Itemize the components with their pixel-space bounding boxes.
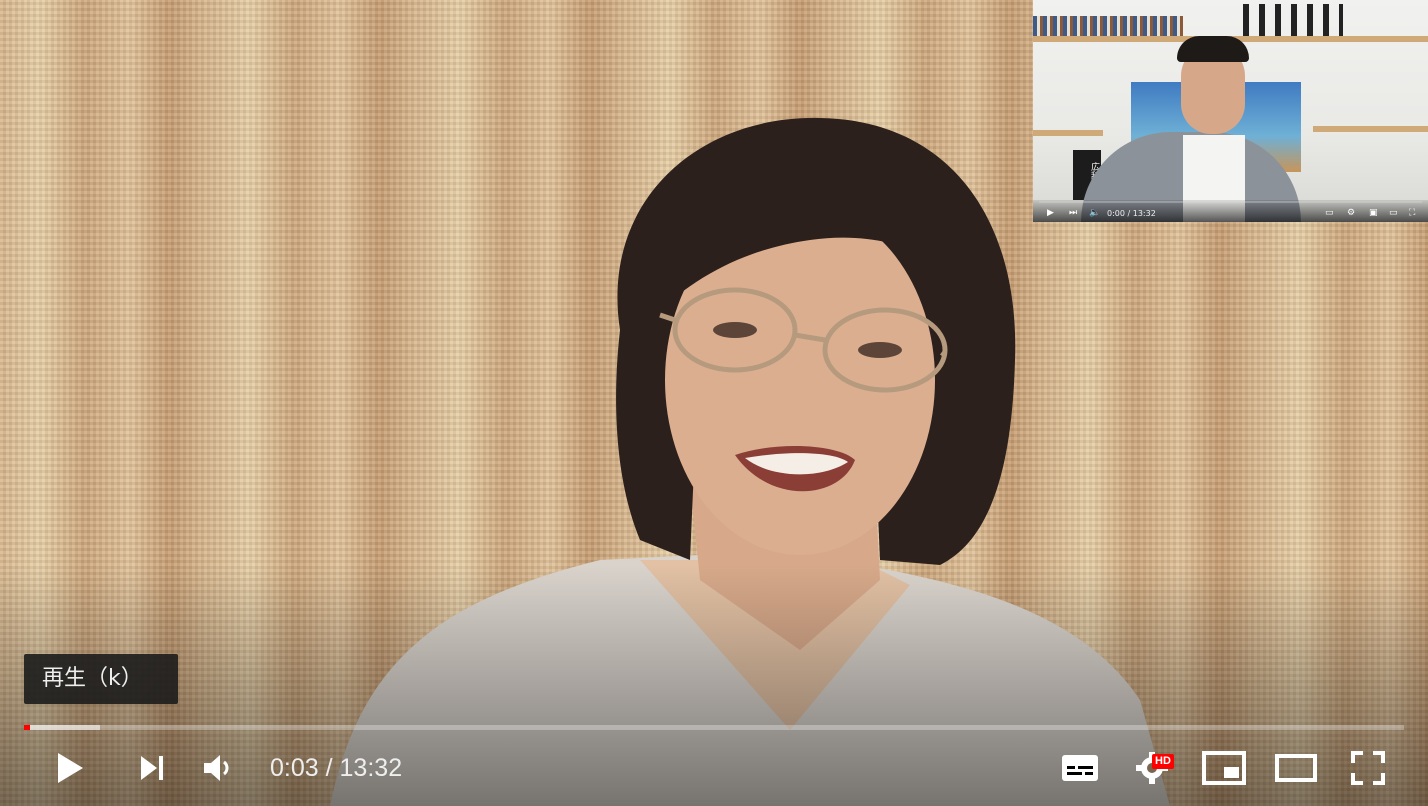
next-icon: [141, 756, 163, 780]
progress-bar[interactable]: [24, 725, 1404, 730]
pip-miniplayer-icon: ▣: [1369, 208, 1378, 218]
subtitles-button[interactable]: [1052, 736, 1108, 800]
pip-gear-icon: ⚙: [1347, 208, 1356, 218]
pip-time-display: 0:00 / 13:32: [1107, 209, 1156, 218]
progress-played: [24, 725, 30, 730]
pip-shelf: [1313, 126, 1428, 132]
play-icon: [58, 753, 83, 783]
time-total: 13:32: [339, 754, 403, 782]
pip-fullscreen-icon: ⛶: [1409, 208, 1416, 218]
pip-theater-icon: ▭: [1389, 208, 1398, 218]
theater-mode-button[interactable]: [1268, 736, 1324, 800]
time-display: 0:03 / 13:32: [270, 752, 402, 784]
hd-badge: HD: [1152, 754, 1174, 769]
theater-mode-icon: [1275, 754, 1317, 782]
pip-next-icon: ⏭: [1069, 208, 1078, 218]
time-separator: /: [325, 754, 333, 782]
pip-books: [1033, 16, 1183, 36]
pip-play-icon: ▶: [1047, 208, 1054, 218]
pip-subtitles-icon: ▭: [1325, 208, 1334, 218]
play-tooltip: 再生（k）: [24, 654, 178, 704]
time-current: 0:03: [270, 754, 319, 782]
next-button[interactable]: [122, 736, 182, 800]
miniplayer-button[interactable]: [1196, 736, 1252, 800]
play-button[interactable]: [40, 736, 100, 800]
pip-bottles: [1243, 4, 1343, 36]
subtitles-icon: [1062, 755, 1098, 781]
fullscreen-icon: [1351, 751, 1385, 785]
volume-button[interactable]: [188, 736, 248, 800]
volume-icon: [204, 755, 229, 781]
pip-shelf: [1033, 130, 1103, 136]
pip-person-hair: [1177, 36, 1249, 62]
pip-volume-icon: 🔈: [1089, 208, 1101, 218]
miniplayer-icon: [1202, 751, 1246, 785]
progress-loaded: [24, 725, 100, 730]
video-player[interactable]: 広辞苑 ▶ ⏭ 🔈 0:00 / 13:32 ▭ ⚙ ▣ ▭ ⛶ 再生（k）: [0, 0, 1428, 806]
fullscreen-button[interactable]: [1340, 736, 1396, 800]
control-bar: 0:03 / 13:32 HD: [0, 736, 1428, 802]
pip-video-inset: 広辞苑 ▶ ⏭ 🔈 0:00 / 13:32 ▭ ⚙ ▣ ▭ ⛶: [1033, 0, 1428, 222]
pip-controls: ▶ ⏭ 🔈 0:00 / 13:32 ▭ ⚙ ▣ ▭ ⛶: [1033, 200, 1428, 222]
